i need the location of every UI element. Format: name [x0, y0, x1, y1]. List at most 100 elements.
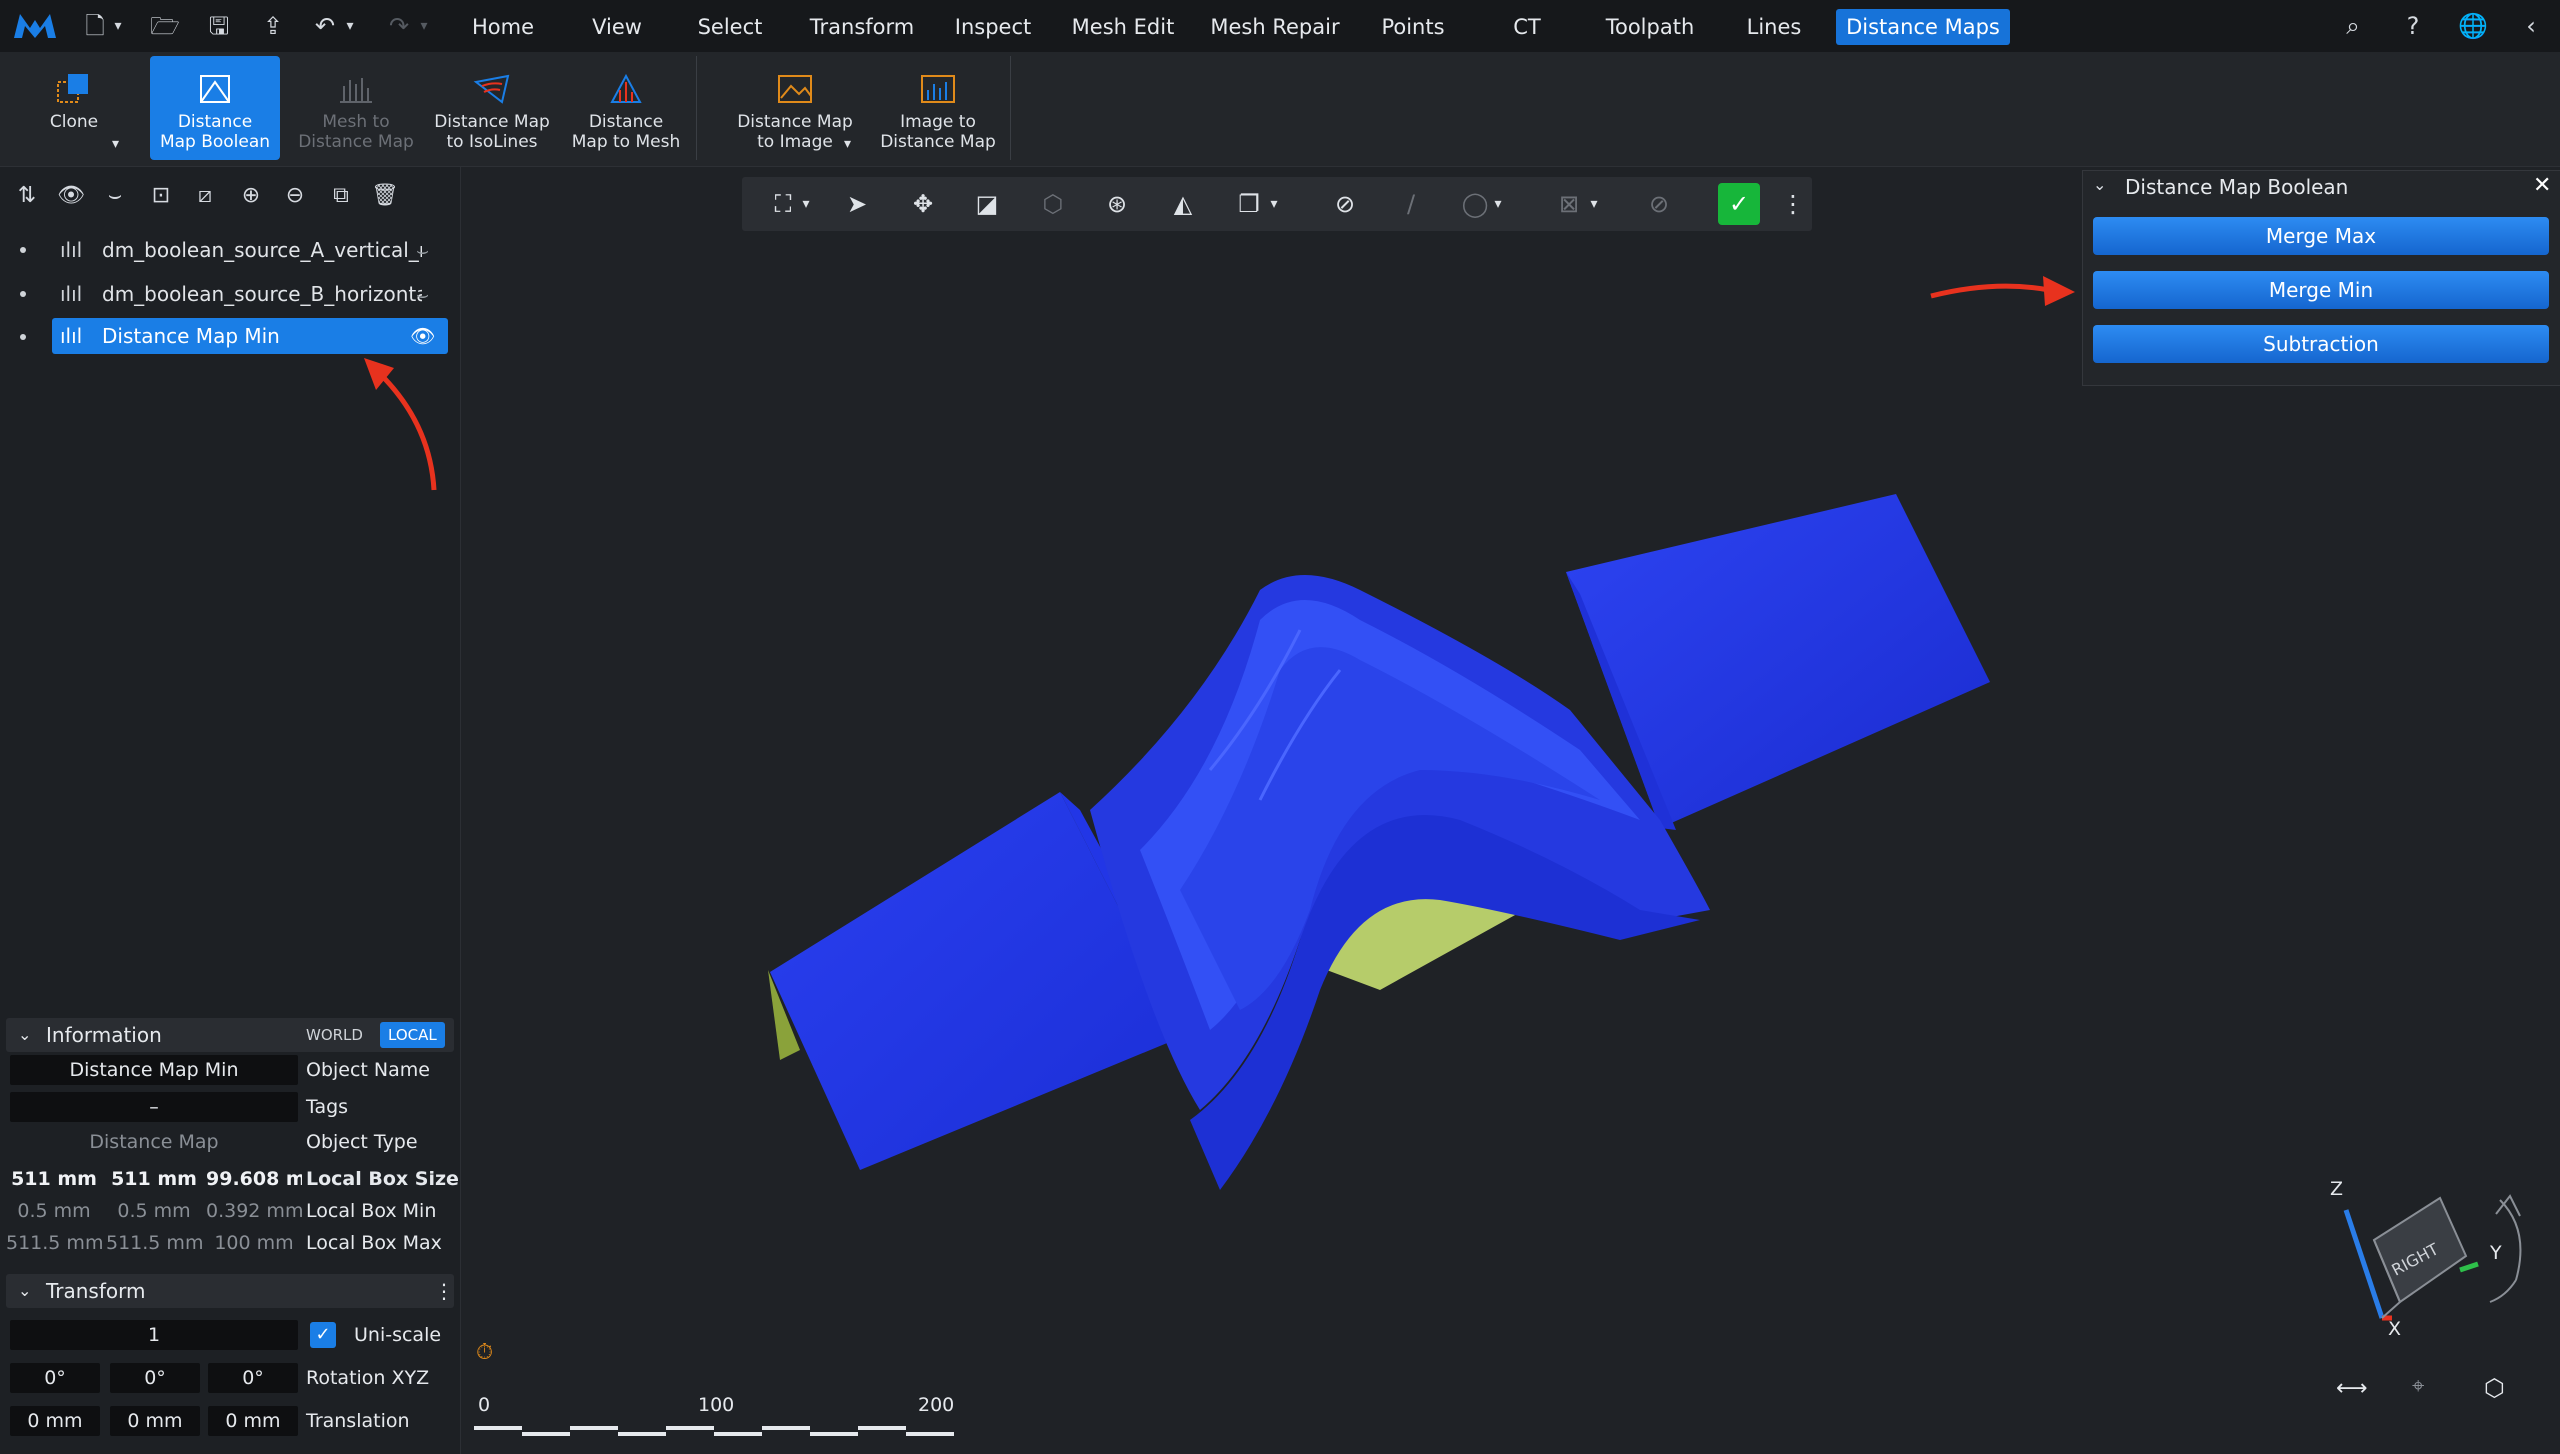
rotation-z-input[interactable]: 0° [208, 1363, 298, 1393]
undo-dropdown-icon[interactable]: ▾ [342, 11, 358, 41]
menu-mesh-repair[interactable]: Mesh Repair [1210, 9, 1340, 45]
distance-map-boolean-panel: ⌄ Distance Map Boolean ✕ Merge Max Merge… [2082, 170, 2560, 386]
show-all-eye-icon[interactable]: 👁 [56, 181, 86, 211]
menu-select[interactable]: Select [692, 9, 768, 45]
close-icon[interactable]: ✕ [2533, 173, 2551, 198]
wireframe-icon[interactable]: ⬡ [1036, 187, 1070, 221]
redo-dropdown-icon[interactable]: ▾ [416, 11, 432, 41]
orbit-center-icon[interactable]: ⌖ [2412, 1374, 2424, 1399]
translation-x-input[interactable]: 0 mm [10, 1406, 100, 1436]
rotation-x-input[interactable]: 0° [10, 1363, 100, 1393]
export-icon[interactable]: ⇪ [256, 11, 290, 41]
menu-lines[interactable]: Lines [1740, 9, 1808, 45]
box-select-icon[interactable]: ⊠ [1552, 187, 1586, 221]
timer-icon[interactable]: ⏱ [476, 1340, 493, 1365]
hide-all-eye-icon[interactable]: ⌣ [100, 181, 130, 211]
distance-map-to-mesh-button[interactable]: Distance Map to Mesh [568, 56, 684, 160]
menu-points[interactable]: Points [1372, 9, 1454, 45]
world-toggle[interactable]: WORLD [300, 1022, 369, 1048]
visible-eye-icon[interactable]: 👁 [410, 318, 435, 354]
distance-map-boolean-button[interactable]: Distance Map Boolean [150, 56, 280, 160]
rotation-y-input[interactable]: 0° [110, 1363, 200, 1393]
disabled-tool-icon[interactable]: ⊘ [1642, 187, 1676, 221]
hidden-eye-icon[interactable]: ⌣ [416, 232, 429, 268]
clone-label: Clone [49, 112, 99, 132]
clone-view-icon[interactable]: ❐ [1232, 187, 1266, 221]
box-select-dropdown-icon[interactable]: ▾ [1584, 187, 1604, 221]
distance-map-3d-shape[interactable] [740, 470, 2020, 1190]
select-pointer-icon[interactable]: ➤ [840, 187, 874, 221]
information-header[interactable]: ⌄ Information WORLD LOCAL [6, 1018, 454, 1052]
hidden-eye-icon[interactable]: ⌣ [416, 276, 429, 312]
tree-item[interactable]: ılıl dm_boolean_source_B_horizonta ⌣ [50, 276, 450, 312]
edit-shape-icon[interactable]: ◪ [970, 187, 1004, 221]
menu-ct[interactable]: CT [1500, 9, 1554, 45]
menu-home[interactable]: Home [466, 9, 540, 45]
ribbon-toolbar: Clone ▾ Distance Map Boolean Mesh to Dis… [0, 52, 2560, 167]
translation-y-input[interactable]: 0 mm [110, 1406, 200, 1436]
clone-button[interactable]: Clone ▾ [22, 56, 126, 160]
globe-icon[interactable]: 🌐 [2456, 11, 2490, 41]
object-name-input[interactable]: Distance Map Min [10, 1055, 298, 1085]
menu-mesh-edit[interactable]: Mesh Edit [1068, 9, 1178, 45]
local-toggle[interactable]: LOCAL [380, 1022, 445, 1048]
save-icon[interactable]: 🖫 [202, 11, 236, 41]
brush-icon[interactable]: / [1394, 187, 1428, 221]
fit-view-dropdown-icon[interactable]: ▾ [796, 187, 816, 221]
subtraction-button[interactable]: Subtraction [2093, 325, 2549, 363]
translation-z-input[interactable]: 0 mm [208, 1406, 298, 1436]
image-to-distance-map-button[interactable]: Image to Distance Map [876, 56, 1000, 160]
lasso-dropdown-icon[interactable]: ▾ [1488, 187, 1508, 221]
help-icon[interactable]: ? [2396, 11, 2430, 41]
tags-input[interactable]: – [10, 1092, 298, 1122]
chevron-down-icon[interactable]: ⌄ [2093, 175, 2106, 194]
mesh-to-distance-map-button[interactable]: Mesh to Distance Map [294, 56, 418, 160]
menu-toolpath[interactable]: Toolpath [1600, 9, 1700, 45]
distance-map-to-image-button[interactable]: Distance Map to Image ▾ [720, 56, 870, 160]
more-options-icon[interactable]: ⋮ [1776, 187, 1810, 221]
merge-min-button[interactable]: Merge Min [2093, 271, 2549, 309]
redo-icon[interactable]: ↷ [382, 11, 416, 41]
rotation-label: Rotation XYZ [306, 1367, 430, 1389]
group-icon[interactable]: ⧉ [326, 181, 356, 211]
tree-item[interactable]: ılıl dm_boolean_source_A_vertical_ri ⌣ [50, 232, 450, 268]
menu-inspect[interactable]: Inspect [950, 9, 1036, 45]
distance-map-to-image-dropdown-icon[interactable]: ▾ [844, 134, 851, 154]
open-folder-icon[interactable]: 🗁 [148, 11, 182, 41]
transform-header[interactable]: ⌄ Transform ⋮ [6, 1274, 454, 1308]
clone-dropdown-icon[interactable]: ▾ [112, 134, 119, 154]
move-down-icon[interactable]: ⊖ [280, 181, 310, 211]
sort-icon[interactable]: ⇅ [12, 181, 42, 211]
distance-map-boolean-label-2: Map Boolean [159, 132, 271, 152]
rotate-view-icon[interactable]: ⊛ [1100, 187, 1134, 221]
app-logo-icon[interactable] [12, 10, 58, 42]
merge-max-button[interactable]: Merge Max [2093, 217, 2549, 255]
move-up-icon[interactable]: ⊕ [236, 181, 266, 211]
more-options-icon[interactable]: ⋮ [434, 1274, 454, 1308]
select-all-icon[interactable]: ⊡ [146, 181, 176, 211]
search-icon[interactable]: ⌕ [2336, 11, 2370, 41]
clone-icon [57, 74, 88, 103]
clone-view-dropdown-icon[interactable]: ▾ [1264, 187, 1284, 221]
perspective-cube-icon[interactable]: ⬡ [2484, 1374, 2505, 1402]
fit-view-icon[interactable]: ⛶ [766, 187, 800, 221]
tree-item-selected[interactable]: ılıl Distance Map Min 👁 [52, 318, 448, 354]
move-icon[interactable]: ✥ [906, 187, 940, 221]
deselect-all-icon[interactable]: ⧄ [190, 181, 220, 211]
menu-distance-maps[interactable]: Distance Maps [1836, 9, 2010, 45]
undo-icon[interactable]: ↶ [308, 11, 342, 41]
distance-map-to-isolines-button[interactable]: Distance Map to IsoLines [430, 56, 554, 160]
new-file-dropdown-icon[interactable]: ▾ [110, 11, 126, 41]
new-file-icon[interactable]: 🗋 [80, 11, 110, 41]
shapes-icon[interactable]: ◭ [1166, 187, 1200, 221]
menu-transform[interactable]: Transform [806, 9, 918, 45]
ruler-icon[interactable]: ⟷ [2336, 1376, 2368, 1401]
confirm-check-icon[interactable]: ✓ [1718, 183, 1760, 225]
delete-icon[interactable]: 🗑 [370, 181, 400, 211]
uniscale-checkbox[interactable]: ✓ [310, 1322, 336, 1348]
collapse-left-icon[interactable]: ‹ [2514, 11, 2548, 41]
scale-input[interactable]: 1 [10, 1320, 298, 1350]
menu-view[interactable]: View [584, 9, 650, 45]
lasso-icon[interactable]: ◯ [1458, 187, 1492, 221]
no-visibility-icon[interactable]: ⊘ [1328, 187, 1362, 221]
